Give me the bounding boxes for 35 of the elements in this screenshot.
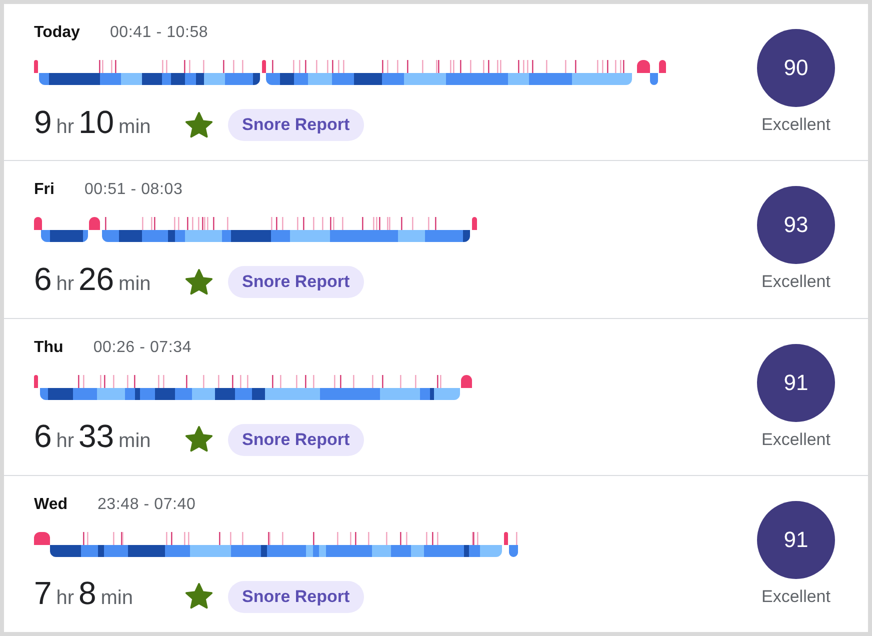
awake-marker bbox=[659, 60, 666, 73]
sleep-duration: 7 hr 8 min bbox=[34, 575, 134, 614]
sleep-duration: 9 hr 10 min bbox=[34, 104, 152, 142]
time-range: 00:41 - 10:58 bbox=[110, 23, 208, 43]
snore-report-button[interactable]: Snore Report bbox=[228, 109, 364, 141]
sleep-score: 91 bbox=[757, 344, 835, 422]
score-rating: Excellent bbox=[762, 115, 830, 135]
awake-marker bbox=[34, 532, 50, 545]
awake-marker bbox=[504, 532, 508, 545]
score-rating: Excellent bbox=[762, 586, 830, 607]
awake-marker bbox=[34, 60, 38, 73]
awake-marker bbox=[34, 217, 42, 230]
day-label: Wed bbox=[34, 494, 68, 515]
snore-report-button[interactable]: Snore Report bbox=[228, 266, 364, 298]
sleep-score: 93 bbox=[757, 186, 835, 264]
sleep-duration: 6 hr 26 min bbox=[34, 260, 152, 299]
sleep-score: 90 bbox=[757, 29, 835, 107]
awake-marker bbox=[262, 60, 266, 73]
day-label: Today bbox=[34, 23, 80, 43]
snore-report-button[interactable]: Snore Report bbox=[228, 580, 364, 613]
sleep-score: 91 bbox=[757, 500, 835, 579]
awake-marker bbox=[637, 60, 650, 73]
day-label: Thu bbox=[34, 338, 64, 358]
sleep-duration: 6 hr 33 min bbox=[34, 418, 152, 456]
time-range: 00:26 - 07:34 bbox=[93, 338, 192, 358]
awake-marker bbox=[472, 217, 477, 230]
day-label: Fri bbox=[34, 180, 54, 200]
awake-marker bbox=[461, 374, 472, 388]
snore-report-button[interactable]: Snore Report bbox=[228, 424, 364, 456]
score-rating: Excellent bbox=[762, 430, 830, 450]
time-range: 00:51 - 08:03 bbox=[84, 180, 183, 200]
score-rating: Excellent bbox=[762, 272, 830, 292]
awake-marker bbox=[89, 217, 100, 230]
time-range: 23:48 - 07:40 bbox=[97, 494, 196, 515]
awake-marker bbox=[34, 374, 38, 388]
